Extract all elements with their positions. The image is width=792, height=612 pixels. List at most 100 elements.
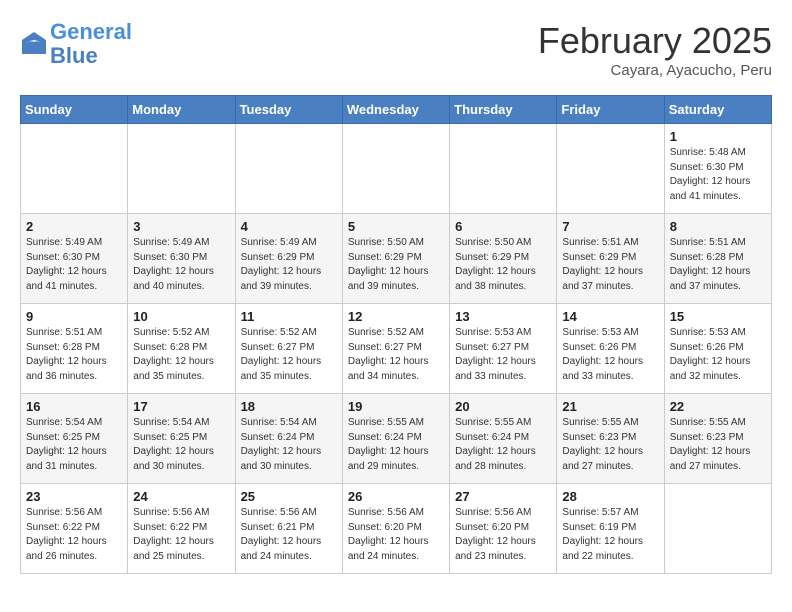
day-info: Sunrise: 5:49 AM Sunset: 6:30 PM Dayligh…	[26, 236, 122, 294]
day-number: 9	[26, 309, 122, 324]
day-info: Sunrise: 5:57 AM Sunset: 6:19 PM Dayligh…	[562, 506, 658, 564]
weekday-friday: Friday	[557, 96, 664, 124]
day-number: 11	[241, 309, 337, 324]
calendar-cell: 9Sunrise: 5:51 AM Sunset: 6:28 PM Daylig…	[21, 304, 128, 394]
day-number: 2	[26, 219, 122, 234]
day-number: 17	[133, 399, 229, 414]
calendar-cell: 18Sunrise: 5:54 AM Sunset: 6:24 PM Dayli…	[235, 394, 342, 484]
calendar-cell	[235, 124, 342, 214]
calendar-cell: 8Sunrise: 5:51 AM Sunset: 6:28 PM Daylig…	[664, 214, 771, 304]
day-info: Sunrise: 5:55 AM Sunset: 6:23 PM Dayligh…	[670, 416, 766, 474]
day-info: Sunrise: 5:56 AM Sunset: 6:21 PM Dayligh…	[241, 506, 337, 564]
calendar-cell: 26 Sunrise: 5:56 AM Sunset: 6:20 PM Dayli…	[342, 484, 449, 574]
calendar-cell: 7 Sunrise: 5:51 AM Sunset: 6:29 PM Daylig…	[557, 214, 664, 304]
day-info: Sunrise: 5:56 AM Sunset: 6:20 PM Dayligh…	[348, 506, 444, 564]
weekday-saturday: Saturday	[664, 96, 771, 124]
calendar-cell: 14 Sunrise: 5:53 AM Sunset: 6:26 PM Dayli…	[557, 304, 664, 394]
day-number: 26	[348, 489, 444, 504]
month-title: February 2025	[538, 20, 772, 62]
weekday-monday: Monday	[128, 96, 235, 124]
day-info: Sunrise: 5:52 AM Sunset: 6:27 PM Dayligh…	[241, 326, 337, 384]
calendar-cell: 4 Sunrise: 5:49 AM Sunset: 6:29 PM Daylig…	[235, 214, 342, 304]
day-info: Sunrise: 5:53 AM Sunset: 6:27 PM Dayligh…	[455, 326, 551, 384]
calendar-cell	[557, 124, 664, 214]
calendar-cell: 1 Sunrise: 5:48 AM Sunset: 6:30 PM Daylig…	[664, 124, 771, 214]
day-info: Sunrise: 5:56 AM Sunset: 6:22 PM Dayligh…	[26, 506, 122, 564]
day-number: 6	[455, 219, 551, 234]
day-number: 7	[562, 219, 658, 234]
calendar-cell: 6 Sunrise: 5:50 AM Sunset: 6:29 PM Daylig…	[450, 214, 557, 304]
day-info: Sunrise: 5:56 AM Sunset: 6:20 PM Dayligh…	[455, 506, 551, 564]
day-number: 25	[241, 489, 337, 504]
calendar-cell: 21 Sunrise: 5:55 AM Sunset: 6:23 PM Dayli…	[557, 394, 664, 484]
day-info: Sunrise: 5:54 AM Sunset: 6:25 PM Dayligh…	[133, 416, 229, 474]
calendar-cell	[450, 124, 557, 214]
calendar-cell	[21, 124, 128, 214]
calendar-cell: 20Sunrise: 5:55 AM Sunset: 6:24 PM Dayli…	[450, 394, 557, 484]
calendar-body: 1 Sunrise: 5:48 AM Sunset: 6:30 PM Daylig…	[21, 124, 772, 574]
day-number: 23	[26, 489, 122, 504]
logo-text: GeneralBlue	[50, 20, 132, 68]
calendar-week-3: 9Sunrise: 5:51 AM Sunset: 6:28 PM Daylig…	[21, 304, 772, 394]
day-number: 1	[670, 129, 766, 144]
day-number: 4	[241, 219, 337, 234]
day-number: 18	[241, 399, 337, 414]
day-info: Sunrise: 5:55 AM Sunset: 6:24 PM Dayligh…	[348, 416, 444, 474]
day-info: Sunrise: 5:56 AM Sunset: 6:22 PM Dayligh…	[133, 506, 229, 564]
calendar-cell: 22 Sunrise: 5:55 AM Sunset: 6:23 PM Dayli…	[664, 394, 771, 484]
day-number: 28	[562, 489, 658, 504]
day-number: 27	[455, 489, 551, 504]
day-info: Sunrise: 5:53 AM Sunset: 6:26 PM Dayligh…	[670, 326, 766, 384]
weekday-tuesday: Tuesday	[235, 96, 342, 124]
calendar-cell	[128, 124, 235, 214]
logo: GeneralBlue	[20, 20, 132, 68]
day-info: Sunrise: 5:53 AM Sunset: 6:26 PM Dayligh…	[562, 326, 658, 384]
weekday-thursday: Thursday	[450, 96, 557, 124]
day-number: 20	[455, 399, 551, 414]
calendar-week-5: 23 Sunrise: 5:56 AM Sunset: 6:22 PM Dayli…	[21, 484, 772, 574]
day-info: Sunrise: 5:52 AM Sunset: 6:27 PM Dayligh…	[348, 326, 444, 384]
weekday-header-row: SundayMondayTuesdayWednesdayThursdayFrid…	[21, 96, 772, 124]
day-number: 10	[133, 309, 229, 324]
calendar-cell: 2 Sunrise: 5:49 AM Sunset: 6:30 PM Daylig…	[21, 214, 128, 304]
calendar-cell: 12 Sunrise: 5:52 AM Sunset: 6:27 PM Dayli…	[342, 304, 449, 394]
day-info: Sunrise: 5:50 AM Sunset: 6:29 PM Dayligh…	[455, 236, 551, 294]
day-number: 12	[348, 309, 444, 324]
day-info: Sunrise: 5:50 AM Sunset: 6:29 PM Dayligh…	[348, 236, 444, 294]
day-info: Sunrise: 5:54 AM Sunset: 6:25 PM Dayligh…	[26, 416, 122, 474]
weekday-sunday: Sunday	[21, 96, 128, 124]
calendar-cell: 24 Sunrise: 5:56 AM Sunset: 6:22 PM Dayli…	[128, 484, 235, 574]
day-info: Sunrise: 5:52 AM Sunset: 6:28 PM Dayligh…	[133, 326, 229, 384]
day-number: 24	[133, 489, 229, 504]
day-info: Sunrise: 5:49 AM Sunset: 6:29 PM Dayligh…	[241, 236, 337, 294]
day-number: 22	[670, 399, 766, 414]
calendar-cell	[342, 124, 449, 214]
day-number: 13	[455, 309, 551, 324]
calendar-cell: 19 Sunrise: 5:55 AM Sunset: 6:24 PM Dayli…	[342, 394, 449, 484]
calendar-cell: 28 Sunrise: 5:57 AM Sunset: 6:19 PM Dayli…	[557, 484, 664, 574]
day-number: 21	[562, 399, 658, 414]
calendar-cell: 5Sunrise: 5:50 AM Sunset: 6:29 PM Daylig…	[342, 214, 449, 304]
calendar-cell: 3 Sunrise: 5:49 AM Sunset: 6:30 PM Daylig…	[128, 214, 235, 304]
day-info: Sunrise: 5:49 AM Sunset: 6:30 PM Dayligh…	[133, 236, 229, 294]
calendar-week-1: 1 Sunrise: 5:48 AM Sunset: 6:30 PM Daylig…	[21, 124, 772, 214]
day-number: 15	[670, 309, 766, 324]
calendar-cell	[664, 484, 771, 574]
day-info: Sunrise: 5:48 AM Sunset: 6:30 PM Dayligh…	[670, 146, 766, 204]
calendar-week-4: 16Sunrise: 5:54 AM Sunset: 6:25 PM Dayli…	[21, 394, 772, 484]
logo-icon	[20, 30, 48, 58]
calendar-cell: 13 Sunrise: 5:53 AM Sunset: 6:27 PM Dayli…	[450, 304, 557, 394]
day-number: 14	[562, 309, 658, 324]
day-info: Sunrise: 5:51 AM Sunset: 6:29 PM Dayligh…	[562, 236, 658, 294]
calendar-cell: 11 Sunrise: 5:52 AM Sunset: 6:27 PM Dayli…	[235, 304, 342, 394]
day-info: Sunrise: 5:55 AM Sunset: 6:23 PM Dayligh…	[562, 416, 658, 474]
calendar-cell: 25 Sunrise: 5:56 AM Sunset: 6:21 PM Dayli…	[235, 484, 342, 574]
day-number: 3	[133, 219, 229, 234]
calendar-week-2: 2 Sunrise: 5:49 AM Sunset: 6:30 PM Daylig…	[21, 214, 772, 304]
day-number: 8	[670, 219, 766, 234]
location: Cayara, Ayacucho, Peru	[538, 62, 772, 79]
calendar-cell: 16Sunrise: 5:54 AM Sunset: 6:25 PM Dayli…	[21, 394, 128, 484]
weekday-wednesday: Wednesday	[342, 96, 449, 124]
calendar-table: SundayMondayTuesdayWednesdayThursdayFrid…	[20, 95, 772, 574]
day-number: 19	[348, 399, 444, 414]
